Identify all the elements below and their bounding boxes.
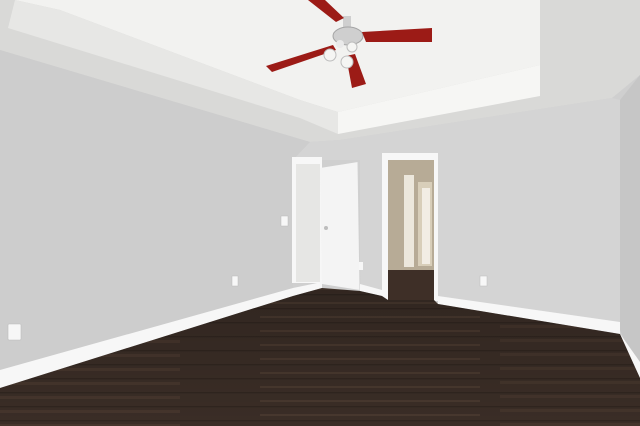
hallway-doorway[interactable] <box>382 153 438 301</box>
outlet-icon-door-side[interactable] <box>359 262 363 270</box>
outlet-icon-back-wall[interactable] <box>479 275 488 287</box>
hallway-floor <box>388 270 434 300</box>
outlet-icon[interactable] <box>7 323 22 341</box>
right-wall <box>620 75 640 378</box>
outlet-icon-left-wall[interactable] <box>231 275 239 287</box>
switch-icon[interactable] <box>280 215 289 227</box>
room-scene <box>0 0 640 426</box>
room-illustration <box>0 0 640 426</box>
door-knob-icon[interactable] <box>324 226 328 230</box>
closet-doorway[interactable] <box>292 157 361 291</box>
